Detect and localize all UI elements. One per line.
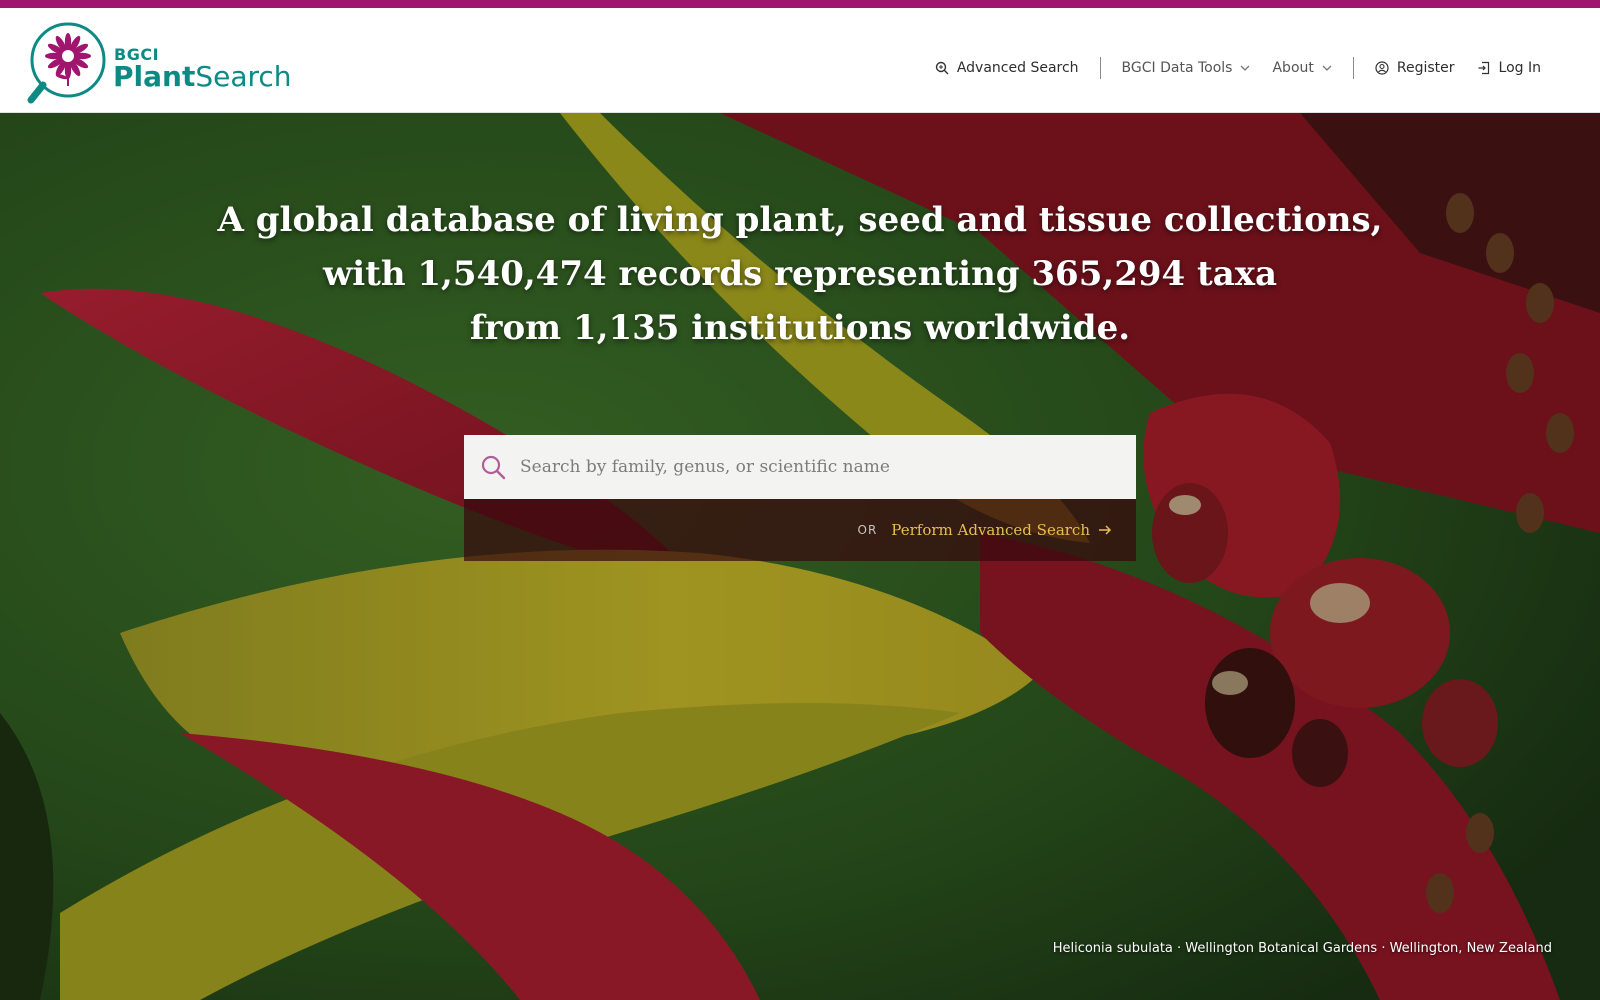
advanced-search-bar: OR Perform Advanced Search xyxy=(464,499,1136,561)
hero-section: A global database of living plant, seed … xyxy=(0,113,1600,1000)
nav-register-label: Register xyxy=(1396,60,1455,76)
login-icon xyxy=(1478,61,1489,75)
hero-headline: A global database of living plant, seed … xyxy=(200,193,1400,355)
or-label: OR xyxy=(857,523,878,537)
site-header: BGCI PlantSearch Advanced Search BGCI Da… xyxy=(0,8,1600,113)
search-input[interactable] xyxy=(506,435,1136,499)
search-icon xyxy=(935,61,949,75)
advanced-search-link-label: Perform Advanced Search xyxy=(891,521,1090,539)
nav-data-tools-label: BGCI Data Tools xyxy=(1121,60,1233,76)
chevron-down-icon xyxy=(1241,65,1250,71)
photo-caption: Heliconia subulata · Wellington Botanica… xyxy=(1052,941,1552,956)
main-nav: Advanced Search BGCI Data Tools About Re… xyxy=(924,48,1552,88)
flower-magnifier-logo-icon xyxy=(27,22,106,104)
search-icon[interactable] xyxy=(480,454,506,480)
arrow-right-icon xyxy=(1099,525,1112,535)
nav-advanced-search-label: Advanced Search xyxy=(956,60,1079,76)
headline-line-3: from 1,135 institutions worldwide. xyxy=(469,308,1131,348)
headline-line-2: with 1,540,474 records representing 365,… xyxy=(322,254,1278,294)
nav-login-label: Log In xyxy=(1498,60,1541,76)
plant-search-box xyxy=(464,435,1136,499)
nav-about-dropdown[interactable]: About xyxy=(1261,60,1342,76)
nav-login[interactable]: Log In xyxy=(1466,60,1552,76)
nav-divider xyxy=(1099,57,1101,79)
nav-data-tools-dropdown[interactable]: BGCI Data Tools xyxy=(1111,60,1262,76)
chevron-down-icon xyxy=(1322,65,1332,71)
user-icon xyxy=(1375,61,1389,75)
top-accent-bar xyxy=(0,0,1600,8)
site-logo[interactable]: BGCI PlantSearch xyxy=(26,22,292,108)
logo-product-name: PlantSearch xyxy=(113,60,292,93)
nav-advanced-search[interactable]: Advanced Search xyxy=(924,60,1090,76)
headline-line-1: A global database of living plant, seed … xyxy=(217,200,1383,240)
nav-divider xyxy=(1352,57,1354,79)
perform-advanced-search-link[interactable]: Perform Advanced Search xyxy=(891,521,1112,539)
nav-about-label: About xyxy=(1272,60,1314,76)
nav-register[interactable]: Register xyxy=(1364,60,1466,76)
